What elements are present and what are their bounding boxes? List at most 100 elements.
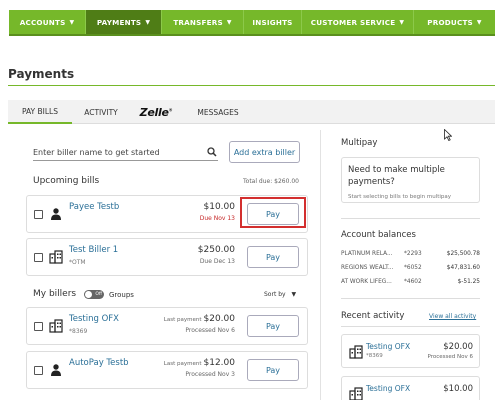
balance-amount: $-51.25 [457, 279, 480, 285]
balance-row[interactable]: REGIONS WEALT... *6052 $47,831.60 [341, 265, 480, 275]
section-divider [341, 298, 480, 299]
column-divider [320, 130, 321, 400]
pay-button[interactable]: Pay [247, 315, 299, 337]
chevron-down-icon: ▼ [145, 18, 151, 26]
biller-account: *8369 [69, 328, 88, 335]
building-icon [349, 387, 363, 400]
last-payment-label: Last payment [163, 361, 202, 367]
account-balances-heading: Account balances [341, 230, 416, 240]
biller-processed-date: Processed Nov 6 [185, 327, 235, 334]
bill-card: Test Biller 1 *OTM $250.00 Due Dec 13 Pa… [26, 238, 308, 276]
chevron-down-icon: ▼ [291, 291, 297, 298]
balance-account-name: PLATINUM RELA... [341, 251, 393, 257]
nav-transfers-label: TRANSFERS [173, 17, 223, 27]
balance-row[interactable]: AT WORK LIFEG... *4602 $-51.25 [341, 279, 480, 289]
recent-payee-account: *8369 [366, 353, 383, 359]
biller-last-payment: Last payment $12.00 [164, 358, 235, 368]
building-icon [349, 345, 363, 359]
bill-checkbox[interactable] [34, 253, 43, 262]
nav-customer-service[interactable]: CUSTOMER SERVICE ▼ [302, 10, 414, 34]
biller-last-payment: Last payment $20.00 [164, 314, 235, 324]
balance-account-number: *6052 [404, 265, 422, 271]
groups-toggle[interactable]: Off [84, 290, 104, 299]
page-title: Payments [8, 67, 75, 81]
nav-accounts-label: ACCOUNTS [19, 17, 66, 27]
tab-messages[interactable]: MESSAGES [188, 100, 248, 124]
add-extra-biller-button[interactable]: Add extra biller [229, 141, 300, 163]
recent-activity-item[interactable]: Testing OFX *8369 $20.00 Processed Nov 6 [341, 334, 480, 368]
bill-name[interactable]: Payee Testb [69, 202, 119, 212]
main-nav: ACCOUNTS ▼ PAYMENTS ▼ TRANSFERS ▼ INSIGHTS … [9, 10, 495, 36]
balance-account-name: REGIONS WEALT... [341, 265, 394, 271]
biller-name[interactable]: AutoPay Testb [69, 358, 129, 368]
sort-by-label: Sort by [264, 291, 286, 298]
tab-zelle[interactable]: Zelle® [136, 100, 176, 124]
total-due: Total due: $260.00 [243, 178, 299, 185]
nav-insights-label: INSIGHTS [252, 17, 293, 27]
groups-toggle-state: Off [95, 292, 102, 297]
nav-products-label: PRODUCTS [427, 17, 473, 27]
balance-account-name: AT WORK LIFEG... [341, 279, 392, 285]
last-payment-label: Last payment [163, 317, 202, 323]
chevron-down-icon: ▼ [399, 18, 405, 26]
bill-due-date: Due Nov 13 [199, 215, 235, 222]
title-divider [8, 85, 495, 86]
search-icon[interactable] [207, 147, 217, 157]
tab-activity[interactable]: ACTIVITY [76, 100, 126, 124]
recent-date: Processed Nov 6 [427, 354, 473, 360]
nav-customer-service-label: CUSTOMER SERVICE [310, 17, 396, 27]
chevron-down-icon: ▼ [69, 18, 75, 26]
groups-label: Groups [109, 291, 134, 299]
upcoming-bills-heading: Upcoming bills [33, 176, 100, 186]
tab-pay-bills[interactable]: PAY BILLS [8, 100, 72, 124]
nav-payments[interactable]: PAYMENTS ▼ [86, 10, 162, 34]
pay-button[interactable]: Pay [247, 246, 299, 268]
bill-checkbox[interactable] [34, 210, 43, 219]
view-all-activity-link[interactable]: View all activity [429, 313, 476, 320]
multipay-heading: Multipay [341, 138, 378, 148]
biller-checkbox[interactable] [34, 366, 43, 375]
bill-name[interactable]: Test Biller 1 [69, 245, 118, 255]
nav-accounts[interactable]: ACCOUNTS ▼ [9, 10, 86, 34]
biller-last-amount: $20.00 [203, 314, 236, 324]
building-icon [49, 250, 63, 264]
tab-messages-label: MESSAGES [197, 107, 239, 117]
bill-account: *OTM [69, 259, 86, 266]
person-icon [51, 364, 61, 376]
tab-zelle-label: Zelle [139, 105, 169, 119]
recent-payee-name: Testing OFX [366, 384, 411, 393]
pay-button-highlight [240, 197, 306, 228]
tab-bar: PAY BILLS ACTIVITY Zelle® MESSAGES [8, 100, 495, 124]
nav-products[interactable]: PRODUCTS ▼ [414, 10, 495, 34]
tab-activity-label: ACTIVITY [84, 107, 118, 117]
pay-button[interactable]: Pay [247, 359, 299, 381]
biller-card: Testing OFX *8369 Last payment $20.00 Pro… [26, 307, 308, 345]
recent-payee-name: Testing OFX [366, 342, 411, 351]
balance-amount: $25,500.78 [446, 251, 480, 257]
bill-due-date: Due Dec 13 [199, 258, 235, 265]
recent-amount: $10.00 [443, 384, 473, 394]
biller-processed-date: Processed Nov 3 [185, 371, 235, 378]
biller-checkbox[interactable] [34, 322, 43, 331]
biller-name[interactable]: Testing OFX [69, 314, 119, 324]
bill-amount: $250.00 [197, 245, 235, 255]
person-icon [51, 208, 61, 220]
balance-row[interactable]: PLATINUM RELA... *2293 $25,500.78 [341, 251, 480, 261]
nav-insights[interactable]: INSIGHTS [244, 10, 302, 34]
balance-account-number: *4602 [404, 279, 422, 285]
multipay-title: Need to make multiple payments? [348, 165, 445, 187]
multipay-card: Need to make multiple payments? Start se… [341, 157, 480, 203]
sort-by-dropdown[interactable]: Sort by ▼ [264, 291, 296, 298]
zelle-logo: Zelle® [139, 105, 173, 119]
nav-transfers[interactable]: TRANSFERS ▼ [162, 10, 244, 34]
multipay-hint: Start selecting bills to begin multipay [348, 194, 452, 200]
section-divider [341, 218, 480, 219]
biller-search-input[interactable] [33, 145, 218, 161]
bill-amount: $10.00 [203, 202, 236, 212]
recent-activity-item[interactable]: Testing OFX $10.00 [341, 376, 480, 400]
biller-card: AutoPay Testb Last payment $12.00 Process… [26, 351, 308, 389]
section-divider [341, 326, 480, 327]
my-billers-heading: My billers [33, 289, 77, 299]
mouse-cursor-icon [444, 129, 452, 141]
nav-payments-label: PAYMENTS [96, 17, 142, 27]
